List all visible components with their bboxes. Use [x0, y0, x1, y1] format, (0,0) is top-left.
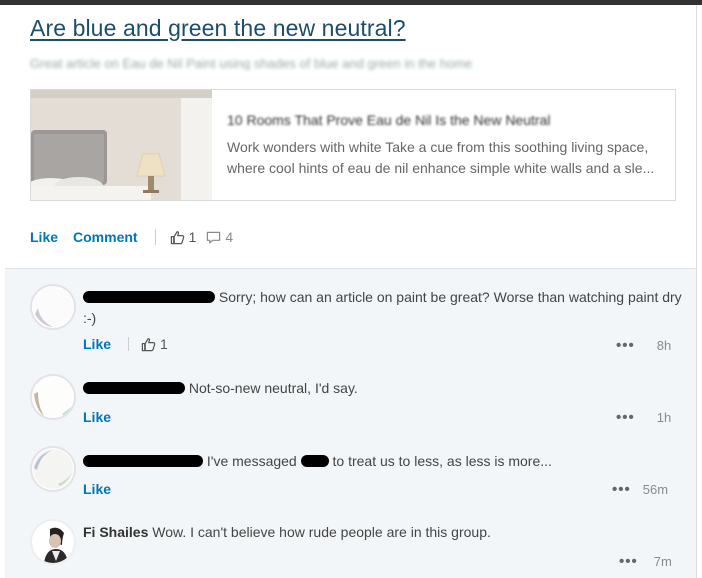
comment-like-button[interactable]: Like	[83, 336, 111, 352]
redacted-author-name	[83, 455, 203, 467]
avatar[interactable]	[30, 519, 76, 565]
comment-meta: ••• 8h	[616, 337, 671, 354]
more-options-icon[interactable]: •••	[619, 553, 638, 570]
comment-body: Not-so-new neutral, I'd say.	[188, 380, 358, 396]
like-count-value: 1	[160, 336, 168, 352]
count-divider	[128, 337, 129, 351]
avatar[interactable]	[30, 284, 76, 330]
thumbs-up-icon	[141, 337, 156, 351]
comment-time: 1h	[656, 410, 672, 425]
comments-section: Sorry; how can an article on paint be gr…	[5, 268, 697, 578]
more-options-icon[interactable]: •••	[616, 337, 635, 354]
comment-body-end: to treat us to less, as less is more...	[332, 453, 552, 469]
thumbs-up-icon	[170, 230, 184, 244]
comment-count-value: 4	[225, 229, 234, 245]
comment-time: 7m	[653, 554, 672, 569]
comment-text: Sorry; how can an article on paint be gr…	[83, 287, 683, 329]
comment-text: I've messaged to treat us to less, as le…	[83, 451, 683, 472]
comment-bubble-icon	[207, 231, 221, 244]
comment-like-count[interactable]: 1	[128, 336, 168, 352]
avatar[interactable]	[30, 446, 76, 492]
article-title: 10 Rooms That Prove Eau de Nil Is the Ne…	[227, 112, 551, 126]
comment-text: Not-so-new neutral, I'd say.	[83, 378, 683, 399]
comment-like-button[interactable]: Like	[83, 409, 111, 425]
more-options-icon[interactable]: •••	[612, 481, 631, 498]
comment-author[interactable]: Fi Shailes	[83, 524, 148, 540]
comment-meta: ••• 1h	[616, 409, 671, 426]
actions-divider	[154, 229, 156, 245]
comment-meta: ••• 7m	[619, 553, 672, 570]
like-count[interactable]: 1	[170, 229, 197, 245]
article-thumbnail	[31, 90, 212, 200]
redacted-mention	[300, 455, 329, 467]
comment-count[interactable]: 4	[206, 229, 233, 245]
article-description: Work wonders with white Take a cue from …	[227, 139, 655, 176]
comment-meta: ••• 56m	[612, 481, 668, 498]
redacted-author-name	[83, 382, 185, 394]
avatar[interactable]	[30, 374, 76, 420]
article-preview-card[interactable]: 10 Rooms That Prove Eau de Nil Is the Ne…	[30, 89, 676, 201]
post-card: Are blue and green the new neutral? Grea…	[5, 5, 697, 268]
like-count-value: 1	[188, 229, 197, 245]
comment-body-start: I've messaged	[206, 453, 297, 469]
comment-time: 8h	[656, 338, 672, 353]
comment-button[interactable]: Comment	[73, 229, 138, 245]
comment-body: Wow. I can't believe how rude people are…	[152, 524, 491, 540]
comment-like-button[interactable]: Like	[83, 481, 111, 497]
more-options-icon[interactable]: •••	[616, 409, 635, 426]
post-subtitle: Great article on Eau de Nil Paint using …	[30, 56, 473, 70]
post-actions-bar: Like Comment 1 4	[30, 228, 243, 246]
like-button[interactable]: Like	[30, 229, 58, 245]
redacted-author-name	[83, 291, 215, 303]
post-title-link[interactable]: Are blue and green the new neutral?	[30, 15, 406, 42]
comment-time: 56m	[642, 482, 669, 497]
comment-text: Fi Shailes Wow. I can't believe how rude…	[83, 522, 683, 543]
